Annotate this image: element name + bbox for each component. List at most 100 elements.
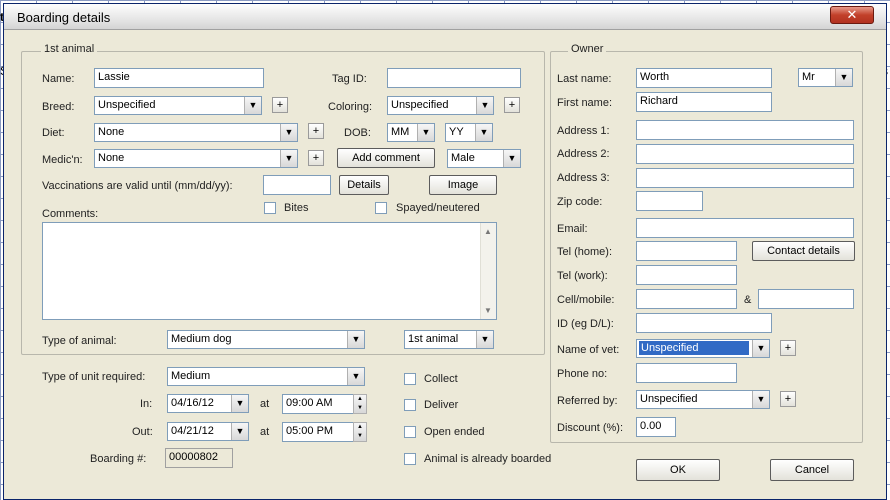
sex-value: Male [451, 152, 475, 164]
add-medication-button[interactable]: + [308, 150, 324, 166]
vet-value: Unspecified [639, 341, 749, 355]
address-2-label: Address 2: [557, 148, 610, 160]
out-at-label: at [260, 426, 270, 438]
cancel-button[interactable]: Cancel [770, 459, 854, 481]
phone-no-input[interactable] [636, 363, 737, 383]
spin-down-icon[interactable]: ▼ [354, 432, 366, 441]
in-time-spinner[interactable]: ▲ ▼ [353, 394, 367, 414]
title-value: Mr [802, 71, 815, 83]
deliver-checkbox[interactable] [404, 399, 416, 411]
address-2-input[interactable] [636, 144, 854, 164]
breed-value: Unspecified [98, 99, 156, 111]
spayed-label: Spayed/neutered [396, 202, 480, 214]
unit-type-dropdown[interactable]: Medium ▼ [167, 367, 365, 386]
add-diet-button[interactable]: + [308, 123, 324, 139]
breed-dropdown[interactable]: Unspecified ▼ [94, 96, 262, 115]
tel-home-input[interactable] [636, 241, 737, 261]
ok-button[interactable]: OK [636, 459, 720, 481]
chevron-down-icon: ▼ [835, 69, 852, 86]
address-3-input[interactable] [636, 168, 854, 188]
already-boarded-label: Animal is already boarded [424, 453, 552, 465]
type-of-animal-dropdown[interactable]: Medium dog ▼ [167, 330, 365, 349]
dob-month-dropdown[interactable]: MM ▼ [387, 123, 435, 142]
out-time-input[interactable]: 05:00 PM [282, 422, 354, 442]
cell-2-input[interactable] [758, 289, 854, 309]
spayed-checkbox[interactable] [375, 202, 387, 214]
medication-dropdown[interactable]: None ▼ [94, 149, 298, 168]
first-name-input[interactable]: Richard [636, 92, 772, 112]
medication-value: None [98, 152, 125, 164]
in-at-label: at [260, 398, 270, 410]
boarding-number-label: Boarding #: [90, 453, 147, 465]
scroll-down-icon[interactable]: ▼ [484, 306, 492, 315]
bites-label: Bites [284, 202, 309, 214]
name-of-vet-label: Name of vet: [557, 344, 620, 356]
tag-id-label: Tag ID: [332, 73, 367, 85]
add-vet-button[interactable]: + [780, 340, 796, 356]
email-input[interactable] [636, 218, 854, 238]
coloring-label: Coloring: [328, 101, 373, 113]
comments-textarea[interactable]: ▲ ▼ [42, 222, 497, 320]
zip-code-input[interactable] [636, 191, 703, 211]
in-time-input[interactable]: 09:00 AM [282, 394, 354, 414]
spin-down-icon[interactable]: ▼ [354, 404, 366, 413]
discount-input[interactable]: 0.00 [636, 417, 676, 437]
close-button[interactable]: ✕ [830, 6, 874, 24]
add-referrer-button[interactable]: + [780, 391, 796, 407]
diet-dropdown[interactable]: None ▼ [94, 123, 298, 142]
add-comment-button[interactable]: Add comment [337, 148, 435, 168]
address-1-label: Address 1: [557, 125, 610, 137]
tag-id-input[interactable] [387, 68, 521, 88]
id-label: ID (eg D/L): [557, 318, 614, 330]
open-ended-label: Open ended [424, 426, 485, 438]
referred-by-value: Unspecified [640, 393, 698, 405]
already-boarded-checkbox[interactable] [404, 453, 416, 465]
in-date-picker[interactable]: 04/16/12 ▼ [167, 394, 249, 413]
collect-checkbox[interactable] [404, 373, 416, 385]
owner-group-legend: Owner [568, 43, 607, 55]
scroll-up-icon[interactable]: ▲ [484, 227, 492, 236]
last-name-input[interactable]: Worth [636, 68, 772, 88]
name-input[interactable]: Lassie [94, 68, 264, 88]
vaccinations-input[interactable] [263, 175, 331, 195]
details-button[interactable]: Details [339, 175, 389, 195]
tel-home-label: Tel (home): [557, 246, 613, 258]
contact-details-button[interactable]: Contact details [752, 241, 855, 261]
dialog-client: 1st animal Name: Lassie Tag ID: Breed: U… [14, 31, 878, 497]
spin-up-icon[interactable]: ▲ [354, 423, 366, 432]
referred-by-dropdown[interactable]: Unspecified ▼ [636, 390, 770, 409]
animal-number-dropdown[interactable]: 1st animal ▼ [404, 330, 494, 349]
type-of-animal-value: Medium dog [171, 333, 232, 345]
vet-dropdown[interactable]: Unspecified ▼ [636, 339, 770, 358]
open-ended-checkbox[interactable] [404, 426, 416, 438]
dob-label: DOB: [344, 127, 371, 139]
sex-dropdown[interactable]: Male ▼ [447, 149, 521, 168]
collect-label: Collect [424, 373, 458, 385]
zip-code-label: Zip code: [557, 196, 603, 208]
phone-no-label: Phone no: [557, 368, 608, 380]
tel-work-input[interactable] [636, 265, 737, 285]
out-time-spinner[interactable]: ▲ ▼ [353, 422, 367, 442]
name-label: Name: [42, 73, 75, 85]
add-breed-button[interactable]: + [272, 97, 288, 113]
cell-input[interactable] [636, 289, 737, 309]
chevron-down-icon: ▼ [752, 340, 769, 357]
deliver-label: Deliver [424, 399, 459, 411]
dob-year-dropdown[interactable]: YY ▼ [445, 123, 493, 142]
coloring-dropdown[interactable]: Unspecified ▼ [387, 96, 494, 115]
chevron-down-icon: ▼ [280, 124, 297, 141]
close-icon: ✕ [846, 7, 858, 22]
title-dropdown[interactable]: Mr ▼ [798, 68, 853, 87]
address-1-input[interactable] [636, 120, 854, 140]
id-input[interactable] [636, 313, 772, 333]
comments-scrollbar[interactable]: ▲ ▼ [480, 223, 496, 319]
chevron-down-icon: ▼ [231, 395, 248, 412]
spin-up-icon[interactable]: ▲ [354, 395, 366, 404]
out-date-picker[interactable]: 04/21/12 ▼ [167, 422, 249, 441]
image-button[interactable]: Image [429, 175, 497, 195]
unit-type-value: Medium [171, 370, 211, 382]
first-name-label: First name: [557, 97, 613, 109]
unit-type-label: Type of unit required: [42, 371, 146, 383]
add-coloring-button[interactable]: + [504, 97, 520, 113]
bites-checkbox[interactable] [264, 202, 276, 214]
